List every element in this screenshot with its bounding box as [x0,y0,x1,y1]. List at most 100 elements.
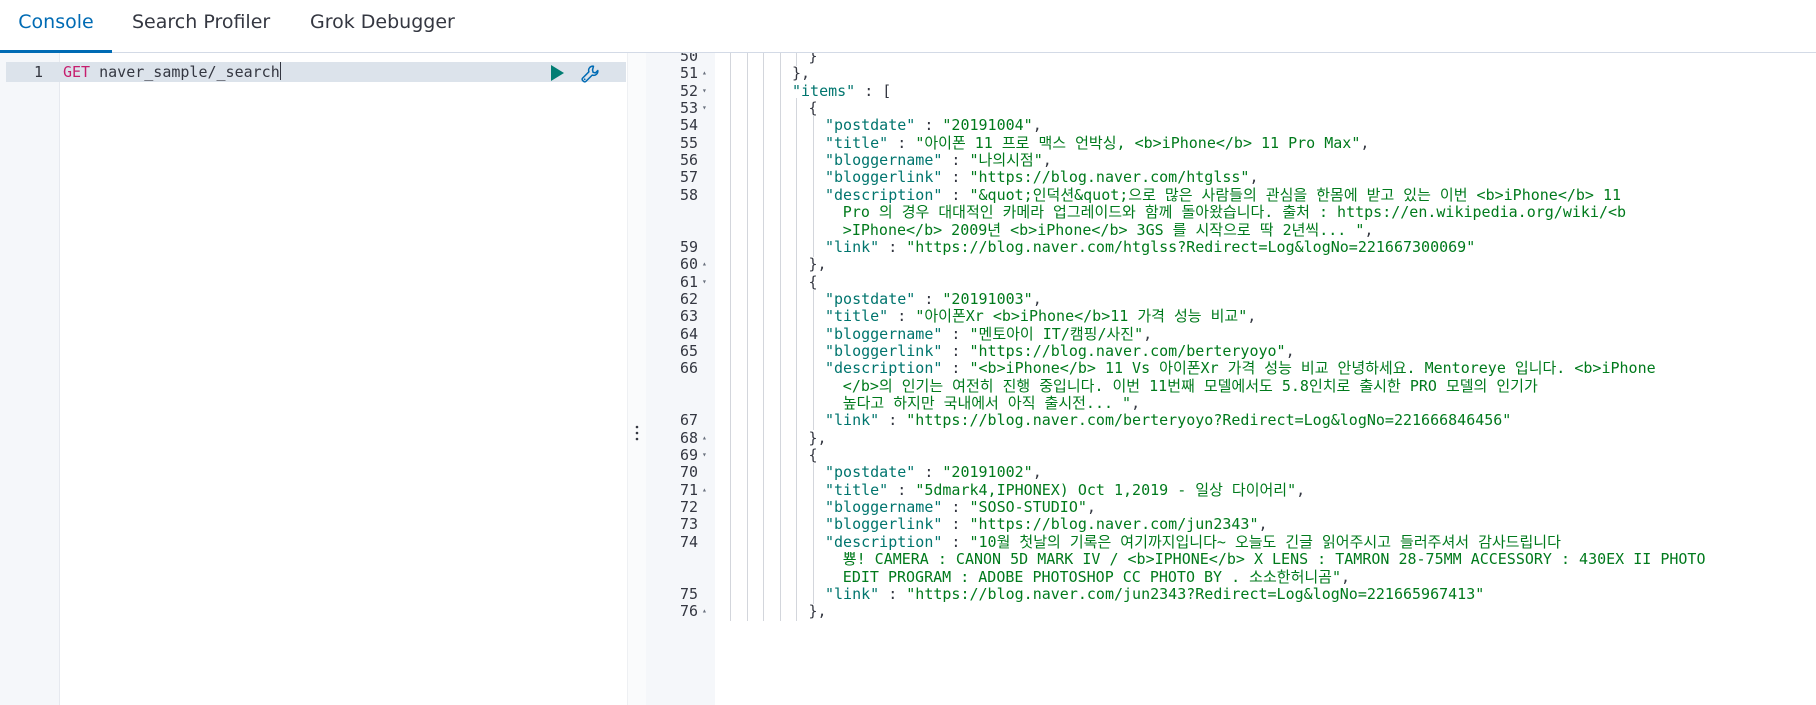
code-line: 76 ▴}, [646,601,1816,622]
json-key: "title" [825,480,889,499]
json-key: "bloggerlink" [825,341,943,360]
request-path: naver_sample/_search [99,63,280,81]
json-key: "title" [825,133,889,152]
response-viewer[interactable]: 50} 51 ▴}, 52 ▾ "items" : [53 ▾{54 "postdate" :… [646,53,1816,705]
json-key: "title" [825,307,889,326]
line-number: 76 [679,602,698,621]
json-punctuation: : [888,480,916,499]
json-string: "20191002" [942,463,1033,482]
json-string: 높다고 하지만 국내에서 아직 출시전... " [842,394,1132,412]
app-tabs: Console Search Profiler Grok Debugger [0,0,1816,53]
json-punctuation: , [1296,480,1306,499]
json-string: Pro 의 경우 대대적인 카메라 업그레이드와 함께 돌아왔습니다. 출처 :… [842,203,1627,222]
json-punctuation: : [879,584,907,603]
json-string: "https://blog.naver.com/berteryoyo?Redir… [906,411,1512,430]
json-key: "postdate" [825,463,916,482]
json-string: "아이폰 11 프로 맥스 언박싱, <b>iPhone</b> 11 Pro … [915,133,1361,152]
json-string: </b>의 인기는 여전히 진행 중입니다. 이번 11번째 모델에서도 5.8… [842,376,1538,395]
json-string: 뿅! CAMERA : CANON 5D MARK IV / <b>IPHONE… [842,550,1706,569]
json-key: "description" [825,359,943,378]
json-punctuation: : [879,411,907,430]
json-punctuation: : [942,341,970,360]
json-punctuation: : [942,324,970,343]
indent-guide [746,601,748,622]
json-punctuation: }, [808,255,827,274]
json-punctuation: , [1360,133,1370,152]
json-punctuation: , [1249,168,1259,187]
json-punctuation: { [808,446,818,465]
vertical-dots-icon [635,425,639,441]
json-key: "link" [825,237,880,256]
json-string: "https://blog.naver.com/jun2343" [969,515,1259,534]
json-punctuation: }, [792,64,811,83]
wrench-icon[interactable] [580,64,600,84]
json-punctuation: : [942,498,970,517]
json-key: "postdate" [825,289,916,308]
json-string: "&quot;인덕션&quot;으로 많은 사람들의 관심을 한몸에 받고 있는… [969,185,1622,204]
json-punctuation: }, [808,428,827,447]
line-number: 1 [33,63,43,81]
json-string: "아이폰Xr <b>iPhone</b>11 가격 성능 비교" [915,307,1248,326]
json-key: "link" [825,411,880,430]
request-editor[interactable]: 1 GET naver_sample/_search [0,53,627,705]
json-punctuation: , [1032,289,1042,308]
json-string: "https://blog.naver.com/htglss" [969,168,1250,187]
indent-guide [730,601,731,622]
json-punctuation: { [808,272,818,291]
json-punctuation: : [942,532,970,551]
play-icon[interactable] [548,64,566,82]
json-punctuation: , [1032,463,1042,482]
json-punctuation: : [915,289,943,308]
json-string: "20191003" [942,289,1033,308]
json-key: "bloggername" [825,498,943,517]
json-string: "https://blog.naver.com/jun2343?Redirect… [906,584,1485,603]
json-punctuation: : [942,515,970,534]
json-punctuation: , [1285,341,1295,360]
text-cursor [279,62,281,80]
json-string: "멘토아이 IT/캠핑/사진" [969,324,1144,343]
code-text: }, [809,601,827,621]
json-string: >IPhone</b> 2009년 <b>iPhone</b> 3GS 를 시작… [842,220,1365,239]
json-punctuation: : [942,185,970,204]
json-string: "10월 첫날의 기록은 여기까지입니다~ 오늘도 긴글 읽어주시고 들러주셔서… [969,532,1561,551]
tab-console[interactable]: Console [0,0,112,53]
json-punctuation: , [1341,567,1351,586]
json-punctuation: : [888,307,916,326]
request-line[interactable]: GET naver_sample/_search [63,62,281,82]
json-punctuation: : [915,463,943,482]
json-punctuation: : [ [855,81,892,100]
tab-grok-debugger[interactable]: Grok Debugger [310,0,455,50]
json-punctuation: : [942,168,970,187]
json-punctuation: : [915,116,943,135]
panel-resizer[interactable] [627,53,648,705]
json-key: "bloggerlink" [825,515,943,534]
json-string: "https://blog.naver.com/berteryoyo" [969,341,1286,360]
indent-guide [796,601,797,622]
json-punctuation: : [942,151,970,170]
json-punctuation: , [1086,498,1096,517]
json-key: "description" [825,532,943,551]
tab-search-profiler[interactable]: Search Profiler [132,0,270,50]
json-string: "5dmark4,IPHONEX) Oct 1,2019 - 일상 다이어리" [915,480,1297,499]
json-key: "bloggerlink" [825,168,943,187]
json-key: "postdate" [825,116,916,135]
json-punctuation: : [942,359,970,378]
json-string: "SOSO-STUDIO" [969,498,1087,517]
fold-closed-icon[interactable]: ▴ [702,601,707,621]
json-punctuation: , [1032,116,1042,135]
indent-guide [779,601,781,622]
json-punctuation: }, [808,602,827,621]
json-punctuation: , [1131,394,1141,412]
indent-guide [763,601,764,622]
json-punctuation: , [1364,220,1374,239]
json-key: "bloggername" [825,324,943,343]
request-gutter [0,53,60,705]
json-string: "나의시점" [969,151,1043,170]
json-string: EDIT PROGRAM : ADOBE PHOTOSHOP CC PHOTO … [842,567,1342,586]
json-punctuation: , [1143,324,1153,343]
json-key: "bloggername" [825,151,943,170]
json-punctuation: , [1258,515,1268,534]
json-key: "description" [825,185,943,204]
json-punctuation: , [1042,151,1052,170]
json-punctuation: { [808,99,818,118]
